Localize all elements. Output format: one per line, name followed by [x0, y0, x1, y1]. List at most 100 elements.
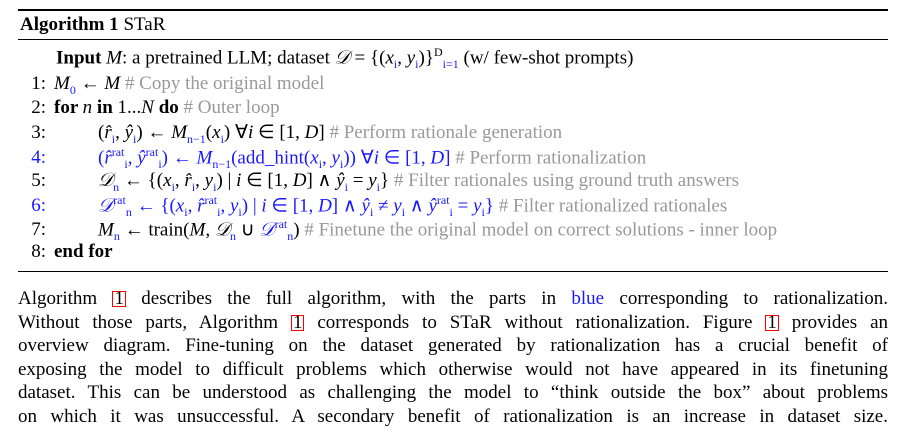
comment-text: # Perform rationalization	[450, 147, 647, 169]
math-fragment: M	[104, 73, 121, 94]
reference-link[interactable]: 1	[765, 313, 779, 332]
math-fragment: ∈ [1,	[266, 195, 319, 217]
paragraph-text: on which it was unsuccessful. A secondar…	[18, 405, 888, 427]
math-fragment: ∪	[235, 219, 260, 241]
math-fragment: rat	[145, 145, 159, 159]
math-fragment: i=1	[442, 57, 459, 72]
math-fragment: 𝒟	[214, 219, 230, 241]
line-number: 6:	[31, 195, 46, 217]
algorithm-line: 7: Mn ← train(M, 𝒟n ∪ 𝒟ratn) # Finetune t…	[20, 217, 777, 244]
math-fragment: ←	[75, 73, 105, 94]
comment-text: # Copy the original model	[120, 73, 325, 94]
math-fragment: ,	[174, 170, 185, 191]
math-fragment: ) |	[216, 170, 237, 191]
math-fragment: y	[473, 195, 482, 217]
comment-text: # Finetune the original model on correct…	[299, 219, 778, 241]
top-rule	[18, 9, 888, 11]
math-fragment: ) ←	[161, 147, 197, 169]
math-fragment: r̂	[104, 147, 112, 169]
math-fragment: rat	[436, 193, 450, 207]
math-fragment: D	[292, 170, 307, 191]
math-fragment: ,	[220, 195, 230, 217]
math-fragment: ŷ	[124, 122, 134, 143]
math-fragment: M	[189, 219, 206, 241]
line-number: 8:	[31, 241, 46, 262]
algorithm-title: Algorithm 1 STaR	[20, 14, 165, 36]
math-fragment: x	[385, 47, 394, 69]
comment-text: # Perform rationale generation	[324, 122, 563, 143]
algorithm-input: Input M: a pretrained LLM; dataset 𝒟 = {…	[56, 45, 633, 72]
line-number: 3:	[31, 122, 46, 143]
math-fragment: x	[175, 195, 185, 217]
line-number: 1:	[31, 73, 46, 94]
math-fragment: }	[380, 170, 390, 191]
paragraph-text: Algorithm	[18, 288, 113, 309]
math-fragment: D	[433, 45, 443, 59]
math-fragment: ,	[115, 122, 125, 143]
math-fragment: end for	[54, 241, 113, 262]
math-fragment: ŷ	[336, 170, 345, 191]
paragraph-text: provides an	[778, 311, 888, 333]
math-fragment: ← {(	[119, 170, 164, 191]
line-number: 4:	[31, 147, 46, 169]
math-fragment: 𝒟	[98, 170, 114, 191]
math-fragment: rat	[204, 193, 218, 207]
algorithm-line: 5: 𝒟n ← {(xi, r̂i, yi) | i ∈ [1, D] ∧ ŷi …	[20, 169, 739, 195]
math-fragment: ∈ [1,	[253, 122, 305, 143]
math-fragment: =	[348, 170, 369, 191]
math-fragment: in	[92, 97, 118, 118]
math-fragment: y	[406, 47, 416, 69]
paragraph-line: on which it was unsuccessful. A secondar…	[18, 405, 888, 429]
math-fragment: ∈ [1,	[379, 147, 431, 169]
math-fragment: do	[153, 97, 179, 118]
math-fragment: ŷ	[428, 195, 437, 217]
math-fragment: Input	[56, 47, 107, 69]
line-number: 5:	[31, 170, 46, 191]
math-fragment: ,	[205, 219, 215, 241]
reference-link[interactable]: 1	[290, 313, 305, 332]
math-fragment: M	[171, 122, 188, 143]
paragraph-line: dataset. This can be understood as chall…	[18, 381, 888, 405]
math-fragment: M	[196, 147, 213, 169]
math-fragment: ) ∀	[223, 122, 248, 143]
math-fragment: 𝒟	[259, 219, 275, 241]
math-fragment: y	[393, 195, 402, 217]
math-fragment: r̂	[104, 122, 112, 143]
math-fragment: x	[212, 122, 221, 143]
math-fragment: ŷ	[361, 195, 370, 217]
paragraph-text: dataset. This can be understood as chall…	[18, 382, 888, 403]
math-fragment: ] ∧	[331, 195, 362, 217]
math-fragment: n−1	[187, 131, 206, 146]
body-paragraph: Algorithm 1 describes the full algorithm…	[18, 287, 888, 428]
math-fragment: ) |	[241, 195, 262, 217]
algorithm-line: 1: M0 ← M # Copy the original model	[20, 73, 324, 98]
math-fragment: N	[141, 97, 154, 118]
math-fragment: y	[368, 170, 377, 191]
line-number: 2:	[31, 97, 46, 118]
math-fragment: 𝒟	[334, 47, 350, 69]
paragraph-text: corresponds to STaR without rationalizat…	[304, 311, 766, 333]
blue-word: blue	[571, 288, 605, 309]
math-fragment: rat	[113, 193, 126, 207]
math-fragment: ,	[397, 47, 407, 69]
paragraph-line: Without those parts, Algorithm 1 corresp…	[18, 311, 888, 335]
math-fragment: y	[331, 147, 340, 169]
paragraph-text: Without those parts, Algorithm	[18, 311, 291, 333]
math-fragment: M	[54, 73, 70, 94]
math-fragment: ,	[195, 170, 205, 191]
algorithm-name: STaR	[123, 14, 166, 35]
algorithm-line: 8: end for	[20, 241, 113, 263]
math-fragment: x	[163, 170, 172, 191]
math-fragment: ) ←	[136, 122, 172, 143]
math-fragment: (w/ few-shot prompts)	[458, 47, 634, 69]
math-fragment: ,	[127, 147, 138, 169]
reference-link[interactable]: 1	[112, 289, 126, 308]
math-fragment: rat	[274, 217, 288, 231]
paragraph-line: exposing the model to difficult problems…	[18, 358, 888, 382]
math-fragment: ← train(	[119, 219, 190, 241]
paragraph-line: overview diagram. Fine-tuning on the dat…	[18, 334, 888, 358]
math-fragment: M	[106, 47, 122, 69]
math-fragment: D	[430, 147, 445, 169]
math-fragment: )) ∀	[343, 147, 374, 169]
paragraph-text: corresponding to rationalization.	[604, 288, 888, 309]
